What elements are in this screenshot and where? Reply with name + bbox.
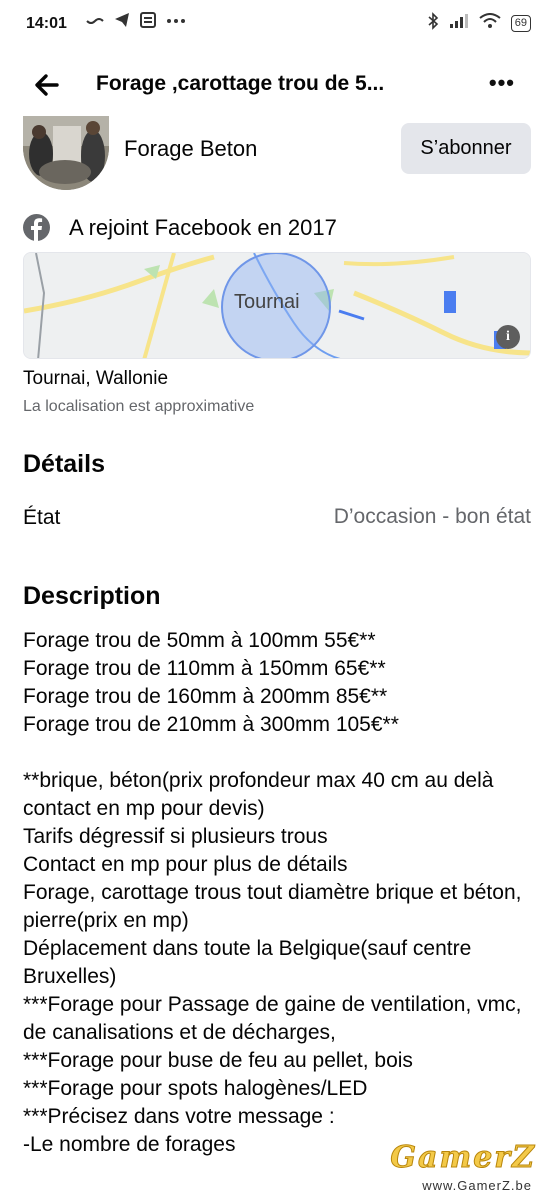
news-icon	[140, 12, 156, 33]
follow-button[interactable]: S’abonner	[401, 123, 531, 174]
description-body: Forage trou de 50mm à 100mm 55€** Forage…	[23, 627, 538, 1159]
price-line: Forage trou de 210mm à 300mm 105€**	[23, 713, 399, 736]
wave-icon	[86, 12, 104, 33]
status-bar: 14:01 69	[0, 0, 553, 50]
price-line: Forage trou de 50mm à 100mm 55€**	[23, 629, 376, 652]
arrow-left-icon	[30, 74, 64, 106]
price-line: Forage trou de 110mm à 150mm 65€**	[23, 657, 386, 680]
info-icon[interactable]: i	[496, 325, 520, 349]
condition-value: D’occasion - bon état	[333, 505, 531, 528]
description-heading: Description	[23, 582, 161, 610]
page-title: Forage ,carottage trou de 5...	[96, 72, 385, 95]
joined-text: A rejoint Facebook en 2017	[69, 215, 337, 240]
watermark-logo: GamerZ	[390, 1140, 536, 1176]
description-line: ***Forage pour buse de feu au pellet, bo…	[23, 1049, 413, 1072]
wifi-icon	[479, 13, 501, 33]
watermark: GamerZ www.GamerZ.be	[360, 1140, 550, 1200]
telegram-icon	[114, 12, 130, 33]
description-line: Tarifs dégressif si plusieurs trous	[23, 825, 328, 848]
price-line: Forage trou de 160mm à 200mm 85€**	[23, 685, 388, 708]
watermark-url: www.GamerZ.be	[422, 1178, 532, 1193]
location-note: La localisation est approximative	[23, 398, 255, 415]
back-button[interactable]	[30, 68, 64, 102]
facebook-icon	[23, 214, 50, 241]
status-right-icons: 69	[427, 12, 531, 34]
map-city-label: Tournai	[234, 291, 300, 313]
status-time: 14:01	[26, 15, 67, 32]
bluetooth-icon	[427, 12, 439, 34]
location-name: Tournai, Wallonie	[23, 368, 169, 389]
more-options-button[interactable]: •••	[489, 70, 515, 96]
seller-avatar[interactable]	[23, 116, 109, 190]
description-line: **brique, béton(prix profondeur max 40 c…	[23, 769, 494, 820]
signal-icon	[449, 13, 469, 33]
joined-row: A rejoint Facebook en 2017	[23, 212, 533, 242]
description-line: ***Précisez dans votre message :	[23, 1105, 335, 1128]
more-dots-icon	[166, 12, 186, 33]
details-heading: Détails	[23, 450, 105, 478]
battery-icon: 69	[510, 14, 531, 32]
seller-row: Forage Beton S’abonner	[0, 116, 553, 196]
top-bar: Forage ,carottage trou de 5... •••	[0, 60, 553, 110]
status-left-icons	[86, 12, 186, 33]
condition-label: État	[23, 506, 61, 529]
description-line: Contact en mp pour plus de détails	[23, 853, 348, 876]
description-line: Déplacement dans toute la Belgique(sauf …	[23, 937, 472, 988]
seller-name[interactable]: Forage Beton	[124, 136, 257, 162]
description-line: ***Forage pour Passage de gaine de venti…	[23, 993, 522, 1044]
description-line: Forage, carottage trous tout diamètre br…	[23, 881, 522, 932]
description-line: ***Forage pour spots halogènes/LED	[23, 1077, 368, 1100]
location-map[interactable]: Tournai i	[23, 252, 531, 359]
